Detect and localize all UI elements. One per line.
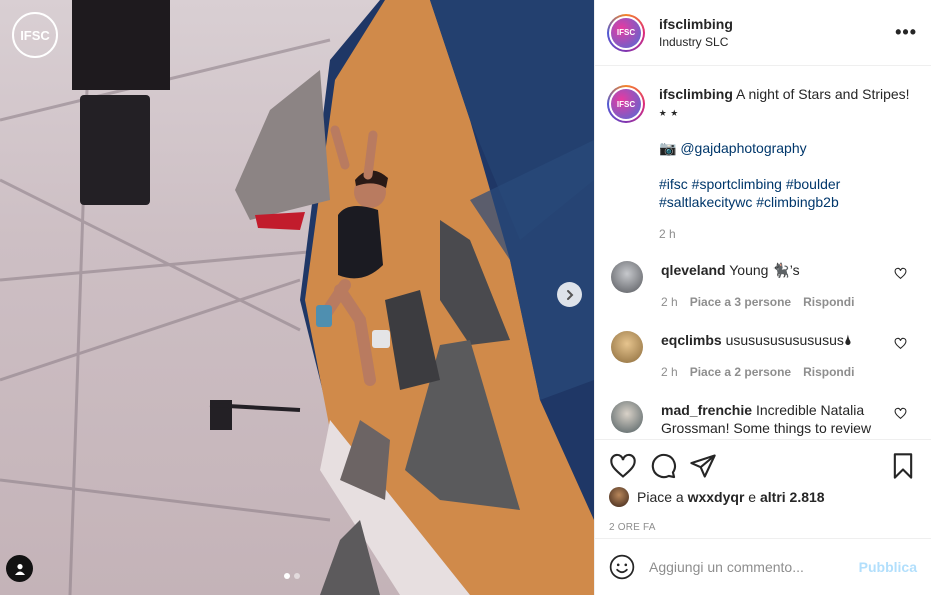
caption-avatar[interactable]: IFSC <box>607 85 645 123</box>
climbing-photo-illustration <box>0 0 594 595</box>
post-location[interactable]: Industry SLC <box>659 35 895 49</box>
comment-time[interactable]: 2 h <box>661 363 678 381</box>
publish-button[interactable]: Pubblica <box>859 559 917 575</box>
add-comment-bar: Pubblica <box>595 538 931 595</box>
tagged-users-button[interactable] <box>6 555 33 582</box>
commenter-avatar[interactable] <box>611 261 643 293</box>
paper-plane-icon[interactable] <box>689 452 717 480</box>
commenter-avatar[interactable] <box>611 331 643 363</box>
user-icon <box>14 563 25 575</box>
post-photo[interactable]: IFSC <box>0 0 594 595</box>
comment-input[interactable] <box>649 559 859 575</box>
slide-dot-active <box>284 573 290 579</box>
comment-icon[interactable] <box>649 452 677 480</box>
photo-credit[interactable]: 📷 @gajdaphotography <box>659 139 917 157</box>
slide-dot <box>294 573 300 579</box>
next-slide-button[interactable] <box>557 282 582 307</box>
more-options-icon[interactable]: ••• <box>895 22 917 43</box>
comment-username[interactable]: eqclimbs <box>661 332 722 348</box>
post-header: IFSC ifsclimbing Industry SLC ••• <box>595 0 931 66</box>
comment-item: eqclimbs usususususususus🌢 2 h Piace a 2… <box>595 331 931 401</box>
comment-item: qleveland Young 🐈‍⬛’s 2 h Piace a 3 pers… <box>595 261 931 331</box>
likes-summary: Piace a wxxdyqr e altri 2.818 <box>609 486 917 508</box>
comments-list[interactable]: IFSC ifsclimbing A night of Stars and St… <box>595 67 931 439</box>
heart-icon[interactable] <box>894 267 907 280</box>
likes-prefix: Piace a <box>637 489 688 505</box>
likes-mid: e <box>744 489 760 505</box>
caption-time[interactable]: 2 h <box>659 225 917 243</box>
post-side-panel: IFSC ifsclimbing Industry SLC ••• IFSC i… <box>594 0 931 595</box>
reply-button[interactable]: Rispondi <box>803 363 854 381</box>
comment-likes[interactable]: Piace a 2 persone <box>690 363 791 381</box>
bookmark-icon[interactable] <box>889 452 917 480</box>
comment-text: Young 🐈‍⬛’s <box>729 262 800 278</box>
caption-avatar-image: IFSC <box>611 89 641 119</box>
comment-time[interactable]: 2 h <box>661 293 678 311</box>
chevron-right-icon <box>566 289 573 300</box>
author-avatar-image: IFSC <box>611 17 641 48</box>
heart-icon[interactable] <box>894 337 907 350</box>
liker-username[interactable]: wxxdyqr <box>688 489 745 505</box>
commenter-avatar[interactable] <box>611 401 643 433</box>
comment-username[interactable]: mad_frenchie <box>661 402 752 418</box>
comment-text: usususususususus🌢 <box>725 332 853 348</box>
comment-username[interactable]: qleveland <box>661 262 726 278</box>
comment-likes[interactable]: Piace a 3 persone <box>690 293 791 311</box>
ifsc-logo: IFSC <box>12 12 58 58</box>
author-username[interactable]: ifsclimbing <box>659 16 895 32</box>
likes-count[interactable]: altri 2.818 <box>760 489 825 505</box>
smiley-icon[interactable] <box>609 554 635 580</box>
comment-item: mad_frenchie Incredible Natalia Grossman… <box>595 401 931 439</box>
author-avatar[interactable]: IFSC <box>607 13 645 52</box>
post-caption: IFSC ifsclimbing A night of Stars and St… <box>595 67 931 243</box>
reply-button[interactable]: Rispondi <box>803 293 854 311</box>
caption-username[interactable]: ifsclimbing <box>659 86 733 102</box>
liker-avatar[interactable] <box>609 487 629 507</box>
slide-indicator <box>284 573 300 579</box>
caption-hashtags[interactable]: #ifsc #sportclimbing #boulder #saltlakec… <box>659 175 917 211</box>
post-timestamp[interactable]: 2 ORE FA <box>609 522 917 533</box>
heart-icon[interactable] <box>609 452 637 480</box>
heart-icon[interactable] <box>894 407 907 420</box>
post-actions: Piace a wxxdyqr e altri 2.818 2 ORE FA <box>595 439 931 533</box>
